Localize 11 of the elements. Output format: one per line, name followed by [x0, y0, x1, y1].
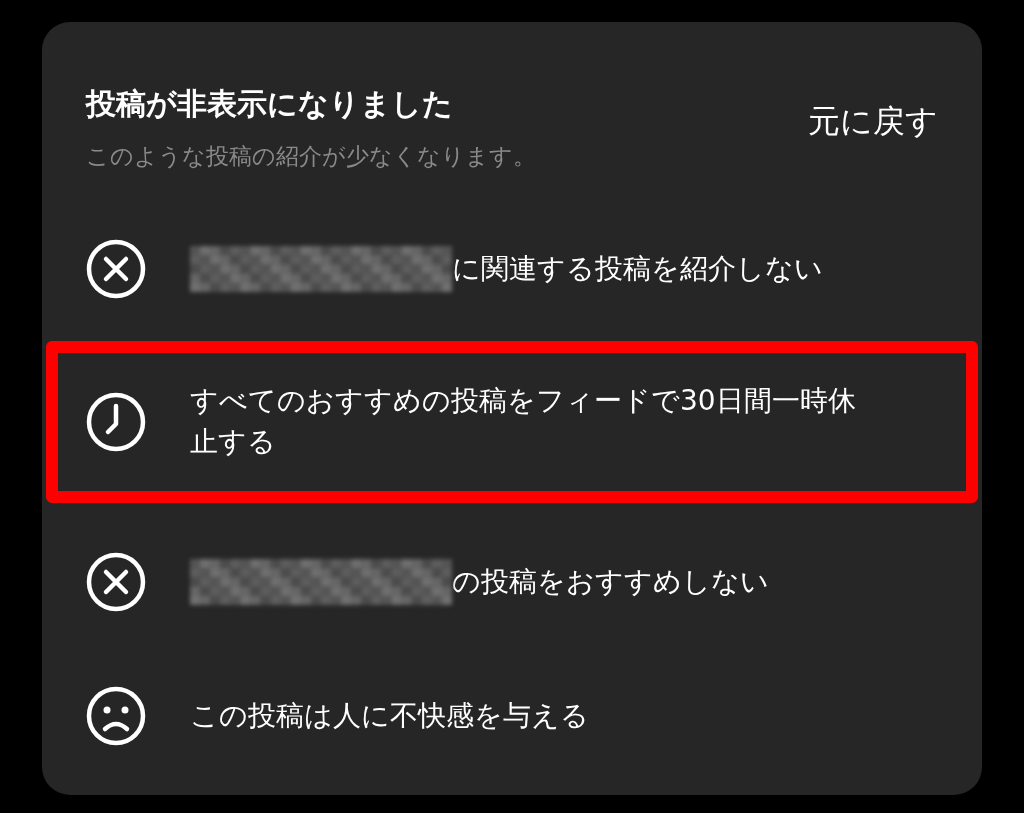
- option-label: の投稿をおすすめしない: [452, 563, 769, 600]
- card-title: 投稿が非表示になりました: [86, 85, 454, 123]
- option-item[interactable]: この投稿は人に不快感を与える: [46, 649, 978, 783]
- option-label: に関連する投稿を紹介しない: [452, 250, 823, 287]
- undo-button[interactable]: 元に戻す: [808, 100, 938, 144]
- option-item[interactable]: に関連する投稿を紹介しない: [46, 202, 978, 336]
- card-subtitle: このような投稿の紹介が少なくなります。: [86, 142, 536, 171]
- option-label: この投稿は人に不快感を与える: [190, 697, 589, 734]
- option-label: すべてのおすすめの投稿をフィードで30日間一時休止する: [190, 383, 857, 460]
- highlighted-option[interactable]: すべてのおすすめの投稿をフィードで30日間一時休止する: [46, 341, 978, 503]
- option-item[interactable]: の投稿をおすすめしない: [46, 515, 978, 649]
